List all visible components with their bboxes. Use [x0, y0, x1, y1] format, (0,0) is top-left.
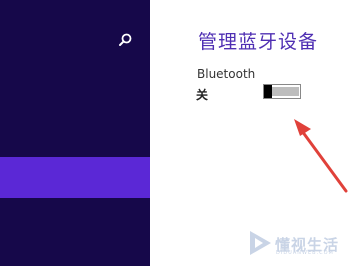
watermark-subtext: DIDUANWEB.COM [276, 250, 334, 256]
play-logo-icon [250, 231, 271, 255]
page-title: 管理蓝牙设备 [198, 31, 319, 53]
bluetooth-toggle[interactable] [263, 84, 301, 99]
bluetooth-label: Bluetooth [197, 67, 256, 81]
search-icon[interactable] [117, 32, 133, 48]
bluetooth-state-label: 关 [196, 88, 209, 102]
toggle-thumb[interactable] [264, 85, 272, 98]
bluetooth-settings-panel: 管理蓝牙设备 Bluetooth 关 [150, 0, 349, 266]
toggle-track [272, 87, 299, 96]
red-arrow-annotation [294, 119, 348, 193]
watermark: 懂视生活 DIDUANWEB.COM [247, 228, 349, 258]
selected-setting-item[interactable] [0, 157, 150, 198]
left-pane [0, 0, 150, 266]
